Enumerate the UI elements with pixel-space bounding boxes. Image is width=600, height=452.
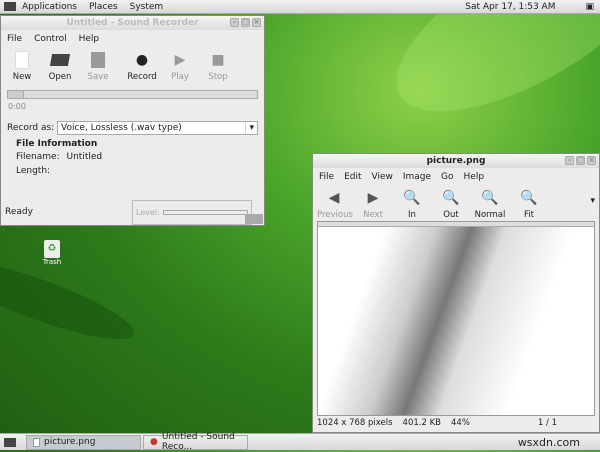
menu-help[interactable]: Help xyxy=(464,172,485,182)
image-viewer-window: picture.png – □ × File Edit View Image Go … xyxy=(312,153,600,433)
label: Play xyxy=(171,72,189,82)
label: Save xyxy=(87,72,109,82)
menu-help[interactable]: Help xyxy=(79,34,100,44)
status-text: Ready xyxy=(5,207,33,217)
time-label: 0:00 xyxy=(8,102,26,111)
next-button[interactable]: ▶ Next xyxy=(356,188,390,220)
filename-label: Filename: xyxy=(16,152,60,162)
trash-desktop-icon[interactable]: ♻ Trash xyxy=(38,240,66,266)
close-button[interactable]: × xyxy=(587,156,596,165)
document-icon xyxy=(33,437,40,447)
menu-view[interactable]: View xyxy=(372,172,393,182)
select-value: Voice, Lossless (.wav type) xyxy=(61,123,182,133)
record-icon: ● xyxy=(135,52,149,68)
label: Previous xyxy=(317,210,353,220)
level-box: Level: xyxy=(132,200,252,225)
length-label: Length: xyxy=(16,166,51,176)
trash-label: Trash xyxy=(42,258,62,266)
window-title: picture.png xyxy=(426,156,486,166)
menu-go[interactable]: Go xyxy=(441,172,453,182)
zoom-fit-icon: 🔍 xyxy=(520,190,538,206)
position-slider[interactable] xyxy=(7,90,258,99)
toolbar-overflow-icon[interactable]: ▾ xyxy=(590,196,595,220)
chevron-down-icon: ▾ xyxy=(245,123,257,133)
recorder-icon: ● xyxy=(150,437,158,447)
label: New xyxy=(12,72,32,82)
menu-file[interactable]: File xyxy=(319,172,334,182)
minimize-button[interactable]: – xyxy=(230,18,239,27)
record-as-select[interactable]: Voice, Lossless (.wav type) ▾ xyxy=(57,121,258,135)
label: Next xyxy=(363,210,383,220)
label: Fit xyxy=(524,210,534,220)
zoom-in-icon: 🔍 xyxy=(403,190,421,206)
label: Record xyxy=(127,72,157,82)
level-label: Level: xyxy=(136,208,160,217)
taskbar-item-picture[interactable]: picture.png xyxy=(26,434,141,450)
title-bar[interactable]: Untitled - Sound Recorder – □ × xyxy=(1,16,264,30)
file-size: 401.2 KB xyxy=(402,418,441,428)
image-thumbnail-panel xyxy=(318,222,594,227)
menu-image[interactable]: Image xyxy=(403,172,431,182)
image-dimensions: 1024 x 768 pixels xyxy=(317,418,393,428)
open-button[interactable]: Open xyxy=(43,50,77,82)
label: Open xyxy=(48,72,72,82)
filename-value: Untitled xyxy=(66,152,103,162)
play-button[interactable]: ▶ Play xyxy=(163,50,197,82)
play-icon: ▶ xyxy=(174,52,186,68)
zoom-out-icon: 🔍 xyxy=(442,190,460,206)
label: In xyxy=(408,210,416,220)
trash-icon: ♻ xyxy=(44,240,60,258)
zoom-normal-button[interactable]: 🔍 Normal xyxy=(473,188,507,220)
image-display[interactable] xyxy=(317,221,595,416)
maximize-button[interactable]: □ xyxy=(576,156,585,165)
zoom-level: 44% xyxy=(451,418,470,428)
save-button[interactable]: Save xyxy=(81,50,115,82)
show-desktop-icon[interactable] xyxy=(4,437,16,447)
menu-system[interactable]: System xyxy=(124,2,170,12)
zoom-fit-button[interactable]: 🔍 Fit xyxy=(512,188,546,220)
close-button[interactable]: × xyxy=(252,18,261,27)
zoom-in-button[interactable]: 🔍 In xyxy=(395,188,429,220)
record-button[interactable]: ● Record xyxy=(125,50,159,82)
resize-grip[interactable] xyxy=(245,214,263,224)
label: Stop xyxy=(208,72,228,82)
window-title: Untitled - Sound Recorder xyxy=(66,18,199,28)
sound-recorder-window: Untitled - Sound Recorder – □ × File Contr… xyxy=(0,15,265,226)
file-info-heading: File Information xyxy=(16,139,98,149)
save-icon xyxy=(81,50,115,70)
menu-file[interactable]: File xyxy=(7,34,22,44)
label: Out xyxy=(443,210,459,220)
minimize-button[interactable]: – xyxy=(565,156,574,165)
stop-button[interactable]: ■ Stop xyxy=(201,50,235,82)
record-as-label: Record as: xyxy=(7,123,55,133)
foot-icon xyxy=(4,2,16,11)
task-label: picture.png xyxy=(44,437,96,447)
arrow-left-icon: ◀ xyxy=(328,190,340,206)
new-button[interactable]: New xyxy=(5,50,39,82)
menu-applications[interactable]: Applications xyxy=(16,2,83,12)
zoom-out-button[interactable]: 🔍 Out xyxy=(434,188,468,220)
level-meter xyxy=(162,210,248,215)
menu-control[interactable]: Control xyxy=(34,34,67,44)
zoom-normal-icon: 🔍 xyxy=(481,190,499,206)
new-file-icon xyxy=(5,50,39,70)
folder-open-icon xyxy=(43,50,77,70)
clock[interactable]: Sat Apr 17, 1:53 AM xyxy=(465,2,555,12)
stop-icon: ■ xyxy=(211,52,225,68)
task-label: Untitled - Sound Reco... xyxy=(161,432,235,452)
bottom-panel: picture.png ● Untitled - Sound Reco... ws… xyxy=(0,432,600,452)
arrow-right-icon: ▶ xyxy=(367,190,379,206)
menu-places[interactable]: Places xyxy=(83,2,124,12)
page-indicator: 1 / 1 xyxy=(537,418,557,428)
watermark: wsxdn.com xyxy=(517,435,580,449)
network-icon[interactable]: ▣ xyxy=(585,2,594,12)
title-bar[interactable]: picture.png – □ × xyxy=(313,154,599,168)
menu-edit[interactable]: Edit xyxy=(344,172,361,182)
maximize-button[interactable]: □ xyxy=(241,18,250,27)
label: Normal xyxy=(474,210,506,220)
previous-button[interactable]: ◀ Previous xyxy=(317,188,353,220)
top-panel: Applications Places System Sat Apr 17, 1… xyxy=(0,0,600,14)
taskbar-item-sound-recorder[interactable]: ● Untitled - Sound Reco... xyxy=(143,432,248,452)
